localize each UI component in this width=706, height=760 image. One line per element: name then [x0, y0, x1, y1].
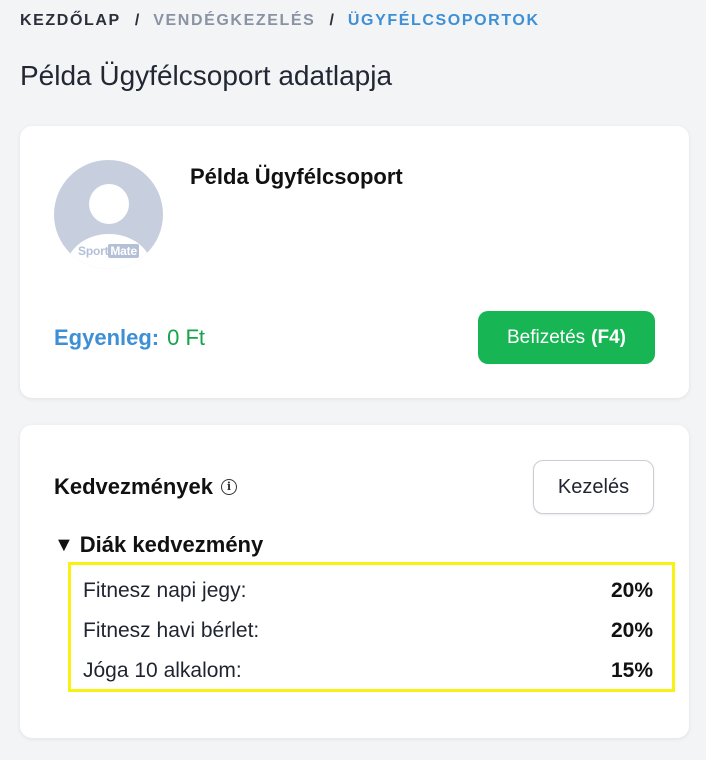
list-item: Fitnesz napi jegy: 20% [83, 571, 653, 611]
avatar-head-shape [89, 184, 129, 224]
discount-list: Fitnesz napi jegy: 20% Fitnesz havi bérl… [68, 562, 675, 692]
breadcrumb-home-link[interactable]: Kezdőlap [20, 12, 121, 30]
discount-item-name: Fitnesz napi jegy: [83, 579, 247, 602]
discounts-title: Kedvezmények [54, 474, 213, 499]
page-title: Példa Ügyfélcsoport adatlapja [20, 60, 393, 91]
sportmate-logo: Sport Mate [54, 244, 163, 258]
discount-item-value: 20% [610, 619, 653, 642]
payment-button-shortcut: (F4) [591, 326, 626, 348]
balance-label: Egyenleg: [54, 325, 160, 350]
manage-discounts-button[interactable]: Kezelés [533, 460, 654, 514]
discounts-card: Kedvezmények i Kezelés ▼ Diák kedvezmény… [20, 425, 689, 738]
discount-item-value: 15% [610, 659, 653, 682]
discount-item-name: Jóga 10 alkalom: [83, 659, 242, 682]
balance-value: 0 Ft [167, 325, 206, 350]
breadcrumb-separator: / [329, 12, 334, 29]
profile-card: Sport Mate Példa Ügyfélcsoport Egyenleg: … [20, 126, 689, 398]
breadcrumb-guest-management-link[interactable]: Vendégkezelés [153, 12, 315, 30]
payment-button-label: Befizetés [507, 326, 586, 348]
payment-button[interactable]: Befizetés (F4) [478, 311, 655, 364]
discount-item-value: 20% [610, 579, 653, 602]
logo-text-mate: Mate [108, 244, 139, 258]
group-name: Példa Ügyfélcsoport [190, 164, 403, 189]
list-item: Fitnesz havi bérlet: 20% [83, 611, 653, 651]
discount-group-name: Diák kedvezmény [79, 532, 264, 557]
discounts-heading: Kedvezmények i [54, 474, 237, 500]
breadcrumb-customer-groups-link[interactable]: Ügyfélcsoportok [348, 12, 540, 30]
avatar: Sport Mate [54, 160, 163, 269]
discount-item-name: Fitnesz havi bérlet: [83, 619, 260, 642]
breadcrumb-separator: / [134, 12, 140, 29]
balance: Egyenleg: 0 Ft [54, 325, 205, 351]
info-icon[interactable]: i [220, 479, 237, 495]
logo-text-sport: Sport [78, 244, 109, 258]
list-item: Jóga 10 alkalom: 15% [83, 651, 653, 691]
caret-down-icon: ▼ [54, 533, 74, 556]
discount-group-toggle[interactable]: ▼ Diák kedvezmény [54, 532, 263, 558]
breadcrumb: Kezdőlap / Vendégkezelés / Ügyfélcsoport… [20, 12, 540, 30]
